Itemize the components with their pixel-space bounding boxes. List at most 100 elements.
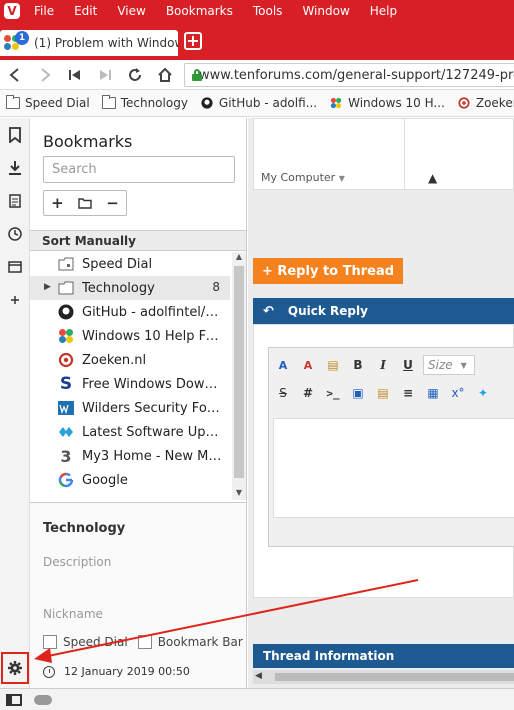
- settings-button[interactable]: [1, 652, 29, 684]
- add-web-panel-button[interactable]: [0, 283, 30, 316]
- horizontal-scrollbar[interactable]: ◀: [253, 670, 514, 684]
- hashtag-icon[interactable]: #: [298, 383, 318, 403]
- speed-dial-checkbox-label: Speed Dial: [63, 635, 128, 649]
- quick-reply-title: Quick Reply: [287, 304, 368, 318]
- delete-bookmark-icon[interactable]: −: [106, 194, 119, 212]
- bookmark-bar-label: Speed Dial: [25, 96, 90, 110]
- code-icon[interactable]: >_: [323, 383, 343, 403]
- list-item[interactable]: Wilders Security Forums: [30, 396, 230, 420]
- thread-information-header[interactable]: Thread Information: [253, 644, 514, 668]
- chevron-down-icon: ▼: [338, 174, 345, 183]
- list-item[interactable]: Speed Dial: [30, 252, 230, 276]
- list-item[interactable]: ▶ Technology 8: [30, 276, 230, 300]
- reply-textarea[interactable]: [273, 418, 514, 518]
- list-item[interactable]: 3 My3 Home - New My3: [30, 444, 230, 468]
- superscript-icon[interactable]: x°: [448, 383, 468, 403]
- reply-to-thread-button[interactable]: + Reply to Thread: [253, 258, 403, 284]
- reload-button[interactable]: [120, 60, 150, 90]
- scroll-up-icon[interactable]: ▲: [232, 252, 246, 264]
- address-bar: www.tenforums.com/general-support/127249…: [0, 60, 514, 90]
- bookmarks-panel-button[interactable]: [0, 118, 30, 151]
- rewind-button[interactable]: [60, 60, 90, 90]
- twitter-icon[interactable]: ✦: [473, 383, 493, 403]
- bookmark-bar-item-zoeken[interactable]: Zoeken.nl: [457, 96, 514, 110]
- tab-title: (1) Problem with Windows E: [34, 36, 178, 50]
- list-item[interactable]: Latest Software Update...: [30, 420, 230, 444]
- scroll-left-icon[interactable]: ◀: [255, 671, 262, 681]
- speed-dial-checkbox[interactable]: [43, 635, 57, 649]
- expand-arrow-icon[interactable]: ▶: [44, 282, 51, 292]
- menu-file[interactable]: File: [34, 4, 54, 18]
- bookmarks-panel: Bookmarks Search + − Sort Manually Speed…: [30, 118, 247, 688]
- history-panel-button[interactable]: [0, 217, 30, 250]
- back-button[interactable]: [0, 60, 30, 90]
- fast-forward-button[interactable]: [90, 60, 120, 90]
- url-field[interactable]: www.tenforums.com/general-support/127249…: [184, 63, 514, 87]
- picture-icon[interactable]: ▦: [423, 383, 443, 403]
- panel-toggle-icon[interactable]: [6, 693, 22, 706]
- editor-toolbar-row-2: S # >_ ▣ ▤ ≡ ▦ x° ✦: [273, 380, 498, 406]
- bookmark-bar-checkbox[interactable]: [137, 635, 152, 649]
- bookmark-bar-item-windows10[interactable]: Windows 10 H...: [329, 96, 445, 110]
- my-computer-dropdown[interactable]: My Computer ▼: [261, 171, 345, 184]
- tab-active[interactable]: 1 (1) Problem with Windows E: [0, 30, 178, 56]
- bookmark-list-scrollbar[interactable]: ▲ ▼: [232, 252, 246, 500]
- font-size-select[interactable]: Size ▼: [423, 355, 475, 375]
- download-icon: [9, 160, 21, 175]
- quick-reply-header[interactable]: ↶ Quick Reply: [253, 298, 514, 324]
- bookmark-search-input[interactable]: Search: [43, 156, 235, 183]
- list-item-label: Technology: [82, 280, 155, 296]
- downloads-panel-button[interactable]: [0, 151, 30, 184]
- bookmark-bar-label: Zoeken.nl: [475, 96, 514, 110]
- search-placeholder: Search: [52, 162, 97, 177]
- list-item[interactable]: Google: [30, 468, 230, 492]
- list-item[interactable]: S Free Windows Downlo...: [30, 372, 230, 396]
- tenforums-favicon-icon: 1: [4, 31, 29, 51]
- menu-help[interactable]: Help: [370, 4, 397, 18]
- bookmark-bar-item-github[interactable]: GitHub - adolfi...: [200, 96, 317, 110]
- warning-icon[interactable]: ▲: [428, 171, 437, 185]
- list-item-label: Wilders Security Forums: [82, 400, 224, 416]
- clipboard-icon[interactable]: ▤: [373, 383, 393, 403]
- side-panel-strip: [0, 118, 30, 688]
- align-icon[interactable]: ≡: [398, 383, 418, 403]
- list-item[interactable]: Windows 10 Help Foru...: [30, 324, 230, 348]
- description-field[interactable]: Description: [43, 555, 111, 569]
- menu-tools[interactable]: Tools: [253, 4, 283, 18]
- notes-panel-button[interactable]: [0, 184, 30, 217]
- my-computer-label: My Computer: [261, 171, 336, 184]
- sort-dropdown[interactable]: Sort Manually: [30, 230, 246, 251]
- bookmark-bar-item-technology[interactable]: Technology: [101, 95, 188, 110]
- remove-format-icon[interactable]: A: [298, 355, 318, 375]
- italic-icon[interactable]: I: [373, 355, 393, 375]
- home-button[interactable]: [150, 60, 180, 90]
- font-color-icon[interactable]: A: [273, 355, 293, 375]
- vivaldi-logo-icon[interactable]: V: [4, 3, 20, 19]
- bookmark-bar-item-speed-dial[interactable]: Speed Dial: [6, 95, 90, 110]
- menu-edit[interactable]: Edit: [74, 4, 97, 18]
- add-bookmark-icon[interactable]: +: [51, 194, 64, 212]
- image-icon[interactable]: ▣: [348, 383, 368, 403]
- sync-cloud-icon[interactable]: [34, 694, 52, 705]
- sort-label: Sort Manually: [42, 233, 136, 248]
- list-item[interactable]: GitHub - adolfintel/Wi...: [30, 300, 230, 324]
- scroll-down-icon[interactable]: ▼: [232, 488, 246, 500]
- bookmark-toolbar: + −: [43, 190, 127, 216]
- scroll-thumb[interactable]: [234, 266, 244, 478]
- menu-window[interactable]: Window: [302, 4, 349, 18]
- menu-bookmarks[interactable]: Bookmarks: [166, 4, 233, 18]
- bold-icon[interactable]: B: [348, 355, 368, 375]
- nickname-field[interactable]: Nickname: [43, 607, 103, 621]
- strikethrough-icon[interactable]: S: [273, 383, 293, 403]
- forward-button[interactable]: [30, 60, 60, 90]
- paste-icon[interactable]: ▤: [323, 355, 343, 375]
- window-panel-button[interactable]: [0, 250, 30, 283]
- menu-view[interactable]: View: [117, 4, 145, 18]
- detail-title[interactable]: Technology: [43, 521, 125, 536]
- underline-icon[interactable]: U: [398, 355, 418, 375]
- new-folder-icon[interactable]: [78, 197, 92, 209]
- new-tab-button[interactable]: +: [184, 32, 202, 50]
- list-item[interactable]: Zoeken.nl: [30, 348, 230, 372]
- horizontal-scroll-thumb[interactable]: [275, 673, 514, 681]
- zoeken-icon: [458, 97, 470, 109]
